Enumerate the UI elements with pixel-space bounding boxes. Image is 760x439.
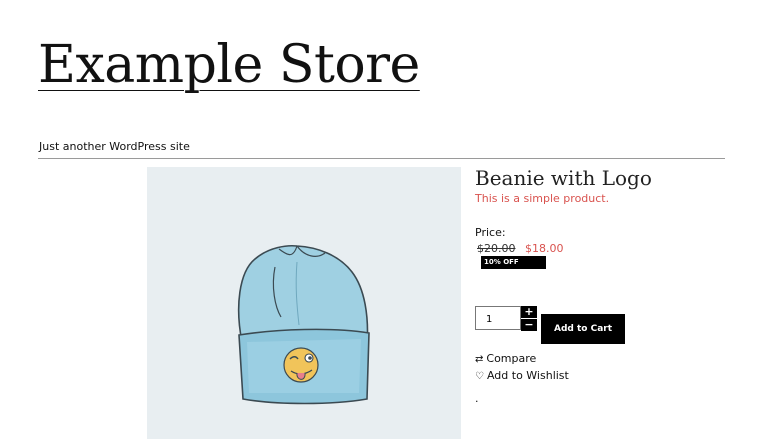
quantity-input[interactable] xyxy=(476,308,520,331)
price-row: $20.00 $18.00 xyxy=(477,242,564,255)
emoji-pupil xyxy=(308,356,312,360)
product-short-description: This is a simple product. xyxy=(475,192,610,205)
beanie-image-icon xyxy=(237,244,370,405)
compare-label: Compare xyxy=(486,352,537,365)
quantity-stepper[interactable] xyxy=(475,306,521,331)
regular-price: $20.00 xyxy=(477,242,516,255)
compare-link[interactable]: ⇄ Compare xyxy=(475,352,536,365)
wishlist-label: Add to Wishlist xyxy=(486,369,569,382)
site-title[interactable]: Example Store xyxy=(38,34,420,96)
compare-icon: ⇄ xyxy=(475,354,484,365)
price-label: Price: xyxy=(475,226,506,239)
trailing-dot: . xyxy=(475,392,479,405)
emoji-tongue xyxy=(296,372,306,380)
add-to-wishlist-link[interactable]: ♡ Add to Wishlist xyxy=(475,369,569,382)
add-to-cart-button[interactable]: Add to Cart xyxy=(541,314,625,344)
product-image[interactable] xyxy=(147,167,461,439)
quantity-increase-button[interactable]: + xyxy=(521,306,537,318)
discount-badge: 10% OFF xyxy=(481,256,546,269)
quantity-decrease-button[interactable]: − xyxy=(521,319,537,331)
site-tagline: Just another WordPress site xyxy=(39,140,190,153)
heart-icon: ♡ xyxy=(475,371,484,382)
header-divider xyxy=(38,158,725,159)
sale-price: $18.00 xyxy=(525,242,564,255)
product-title: Beanie with Logo xyxy=(475,166,652,190)
